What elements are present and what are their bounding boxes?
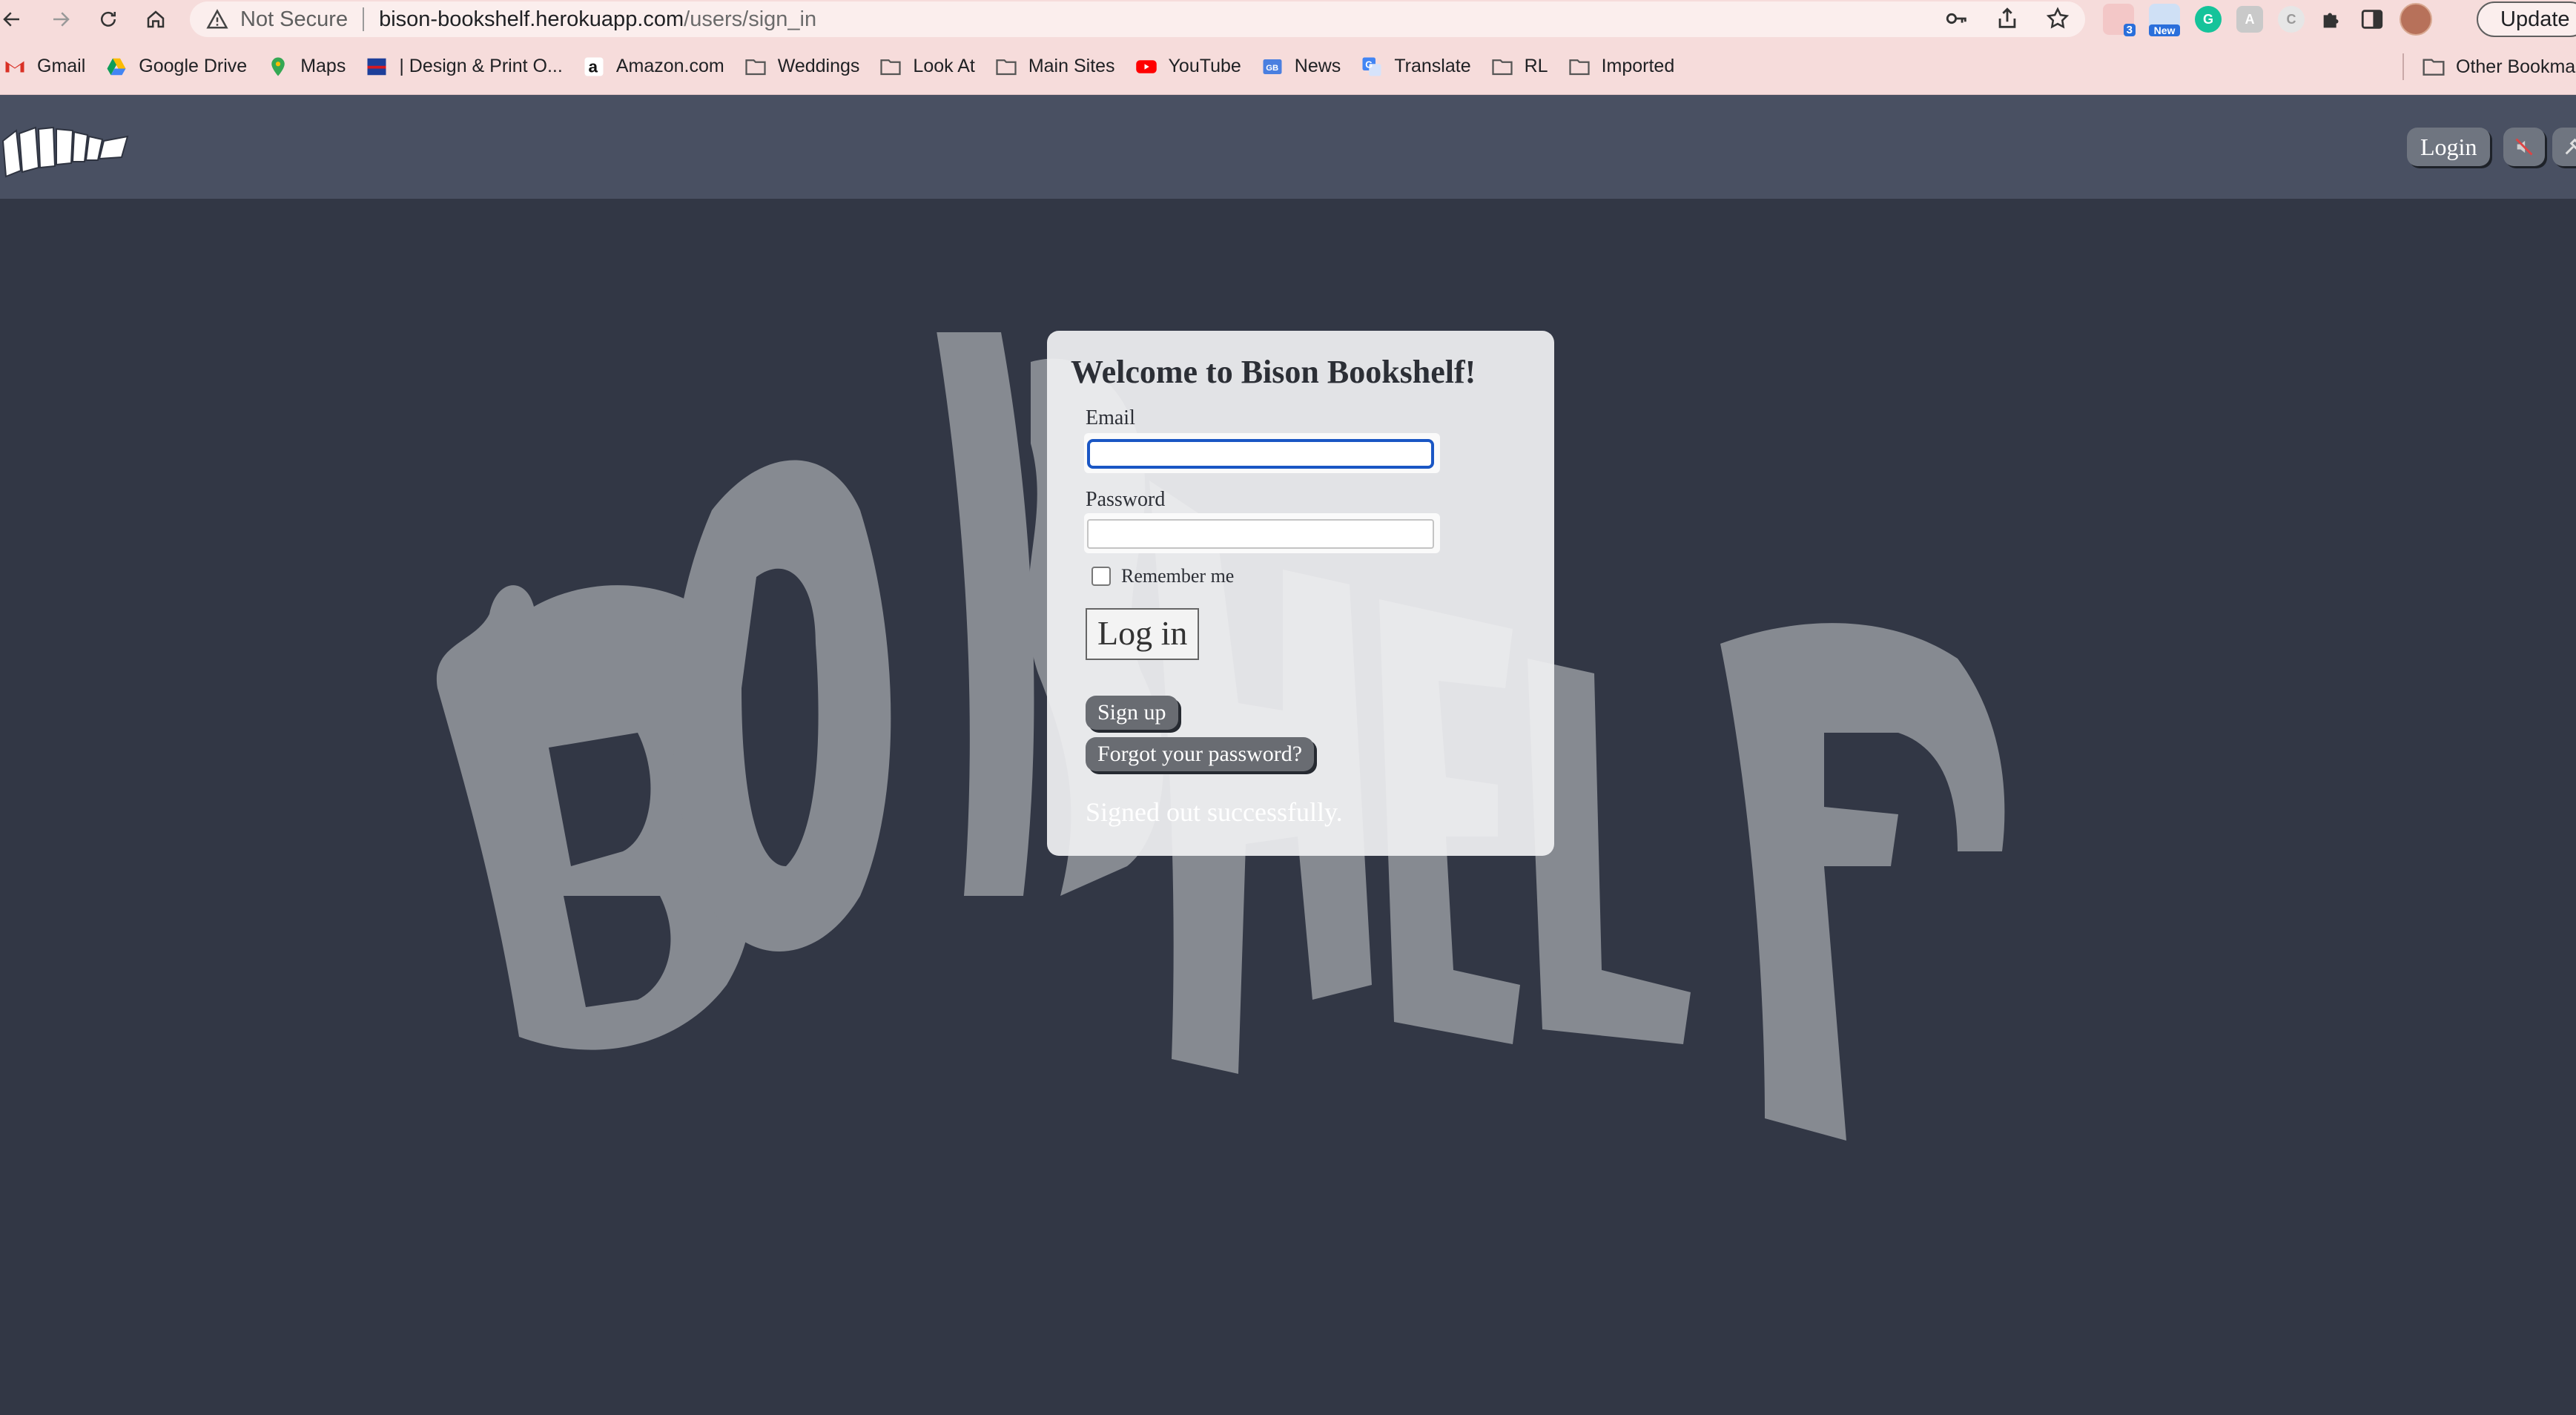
- reload-button[interactable]: [87, 0, 129, 39]
- folder-icon: [1568, 55, 1591, 79]
- gmail-icon: [3, 55, 27, 79]
- profile-avatar[interactable]: [2400, 3, 2432, 36]
- back-button[interactable]: [0, 0, 33, 39]
- bookmark-label: YouTube: [1168, 56, 1241, 76]
- puzzle-icon[interactable]: [2319, 7, 2345, 32]
- key-icon[interactable]: [1944, 6, 1969, 31]
- bookmarks-bar: Gmail Google Drive Maps | Design & Print…: [0, 39, 2576, 95]
- bookmark-label: Look At: [913, 56, 975, 76]
- forgot-password-link[interactable]: Forgot your password?: [1086, 737, 1315, 771]
- bookmark-label: Google Drive: [139, 56, 248, 76]
- bookmark-folder-imported[interactable]: Imported: [1568, 55, 1675, 79]
- email-field[interactable]: [1087, 439, 1434, 469]
- bookmark-avery[interactable]: | Design & Print O...: [365, 55, 563, 79]
- google-drive-icon: [105, 55, 128, 79]
- bookmarks-divider: [2402, 53, 2404, 80]
- folder-icon: [879, 55, 902, 79]
- bookmark-label: Amazon.com: [615, 56, 724, 76]
- svg-text:G: G: [1366, 59, 1373, 70]
- bookmark-star-icon[interactable]: [2045, 6, 2070, 31]
- forward-arrow-icon: [53, 12, 70, 27]
- header-icon-button[interactable]: [2503, 128, 2545, 166]
- security-label: Not Secure: [240, 7, 349, 31]
- bookmark-folder-weddings[interactable]: Weddings: [744, 55, 860, 79]
- bookmark-label: Maps: [300, 56, 346, 76]
- gray-extension-icon[interactable]: A: [2236, 6, 2263, 33]
- login-submit-button[interactable]: Log in: [1086, 608, 1200, 660]
- bookmark-google-drive[interactable]: Google Drive: [105, 55, 247, 79]
- badge-extension-icon[interactable]: 3: [2103, 4, 2136, 36]
- bookmark-label: Other Bookma: [2456, 56, 2576, 77]
- warning-icon: [206, 9, 228, 29]
- youtube-icon: [1135, 55, 1158, 79]
- tools-icon: [2565, 138, 2576, 155]
- amazon-icon: a: [582, 55, 606, 79]
- bookmark-label: News: [1294, 56, 1341, 76]
- url-separator: [363, 7, 365, 31]
- folder-icon: [2423, 59, 2445, 76]
- login-card: Welcome to Bison Bookshelf! Email Passwo…: [1047, 331, 1554, 856]
- folder-icon: [744, 55, 767, 79]
- bookmark-label: Imported: [1601, 56, 1675, 76]
- extension-badge-new: New: [2149, 24, 2180, 36]
- remember-me-label: Remember me: [1121, 565, 1235, 587]
- sign-up-link[interactable]: Sign up: [1086, 696, 1178, 730]
- refresh-extension-icon[interactable]: C: [2278, 6, 2305, 33]
- password-label: Password: [1086, 488, 1166, 511]
- home-icon: [147, 10, 165, 28]
- bookmark-news[interactable]: GB News: [1261, 55, 1341, 79]
- address-bar[interactable]: Not Secure bison-bookshelf.herokuapp.com…: [190, 1, 2085, 37]
- svg-text:a: a: [588, 57, 598, 76]
- header-login-button[interactable]: Login: [2407, 128, 2491, 166]
- folder-icon: [1490, 55, 1514, 79]
- avery-icon: [365, 55, 389, 79]
- main-content: Welcome to Bison Bookshelf! Email Passwo…: [0, 199, 2576, 1415]
- browser-toolbar: Not Secure bison-bookshelf.herokuapp.com…: [0, 0, 2576, 39]
- bookmark-label: Weddings: [777, 56, 860, 76]
- bookmark-label: RL: [1524, 56, 1548, 76]
- bookmark-label: | Design & Print O...: [399, 56, 563, 76]
- bookmark-youtube[interactable]: YouTube: [1135, 55, 1241, 79]
- bookmark-translate[interactable]: G Translate: [1360, 55, 1471, 79]
- bookmark-label: Main Sites: [1028, 56, 1115, 76]
- email-label: Email: [1086, 406, 1135, 429]
- login-title: Welcome to Bison Bookshelf!: [1071, 354, 1476, 390]
- home-button[interactable]: [135, 0, 176, 39]
- bookmark-maps[interactable]: Maps: [266, 55, 346, 79]
- bookmark-folder-rl[interactable]: RL: [1490, 55, 1548, 79]
- update-button[interactable]: Update: [2477, 1, 2576, 37]
- url-host: bison-bookshelf.herokuapp.com: [379, 7, 684, 31]
- forward-button[interactable]: [40, 0, 82, 39]
- bookshelf-logo[interactable]: [0, 114, 133, 185]
- extensions-area: 3 New G A C: [2103, 3, 2432, 36]
- remember-me-checkbox[interactable]: [1092, 567, 1111, 586]
- email-field-wrapper: [1084, 433, 1440, 473]
- share-icon[interactable]: [1995, 6, 2020, 31]
- back-arrow-icon: [3, 12, 19, 27]
- bookmark-other-folder[interactable]: Other Bookma: [2422, 39, 2575, 95]
- translate-icon: G: [1360, 55, 1384, 79]
- side-panel-icon[interactable]: [2359, 7, 2385, 32]
- news-icon: GB: [1261, 55, 1284, 79]
- flash-message: Signed out successfully.: [1086, 797, 1343, 827]
- password-field[interactable]: [1087, 519, 1434, 549]
- bookmark-label: Gmail: [37, 56, 86, 76]
- maps-icon: [266, 55, 290, 79]
- reload-icon: [101, 11, 116, 27]
- bookmark-label: Translate: [1394, 56, 1471, 76]
- url-path: /users/sign_in: [684, 7, 817, 31]
- folder-icon: [994, 55, 1018, 79]
- header-extra-button[interactable]: [2552, 128, 2576, 166]
- bookmark-folder-main-sites[interactable]: Main Sites: [994, 55, 1115, 79]
- mute-icon: [2515, 138, 2533, 156]
- site-header: Login: [0, 95, 2576, 199]
- extension-badge: 3: [2123, 24, 2136, 36]
- svg-text:GB: GB: [1266, 64, 1278, 73]
- bookmark-amazon[interactable]: a Amazon.com: [582, 55, 724, 79]
- new-extension-icon[interactable]: New: [2149, 4, 2180, 36]
- bookmark-folder-look-at[interactable]: Look At: [879, 55, 975, 79]
- password-field-wrapper: [1084, 513, 1440, 553]
- bookmark-gmail[interactable]: Gmail: [3, 55, 85, 79]
- grammarly-icon[interactable]: G: [2195, 6, 2222, 33]
